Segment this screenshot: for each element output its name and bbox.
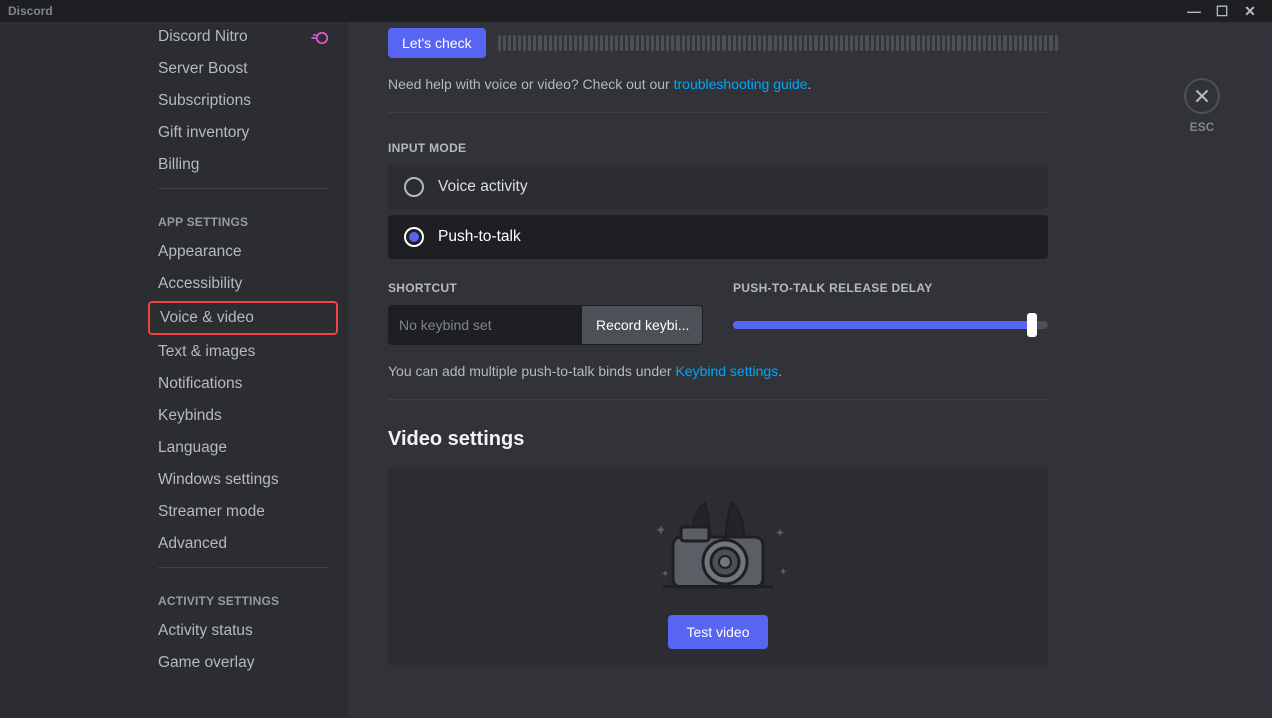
test-video-button[interactable]: Test video: [668, 615, 767, 649]
nitro-badge-icon: [310, 31, 328, 43]
sidebar-divider: [158, 567, 328, 568]
content-divider: [388, 112, 1048, 113]
sidebar-divider: [158, 188, 328, 189]
sidebar-item-language[interactable]: Language: [148, 433, 338, 463]
radio-circle-icon: [404, 177, 424, 197]
svg-text:✦: ✦: [661, 569, 669, 580]
sidebar-item-activity-status[interactable]: Activity status: [148, 616, 338, 646]
radio-label: Push-to-talk: [438, 228, 521, 246]
close-icon: [1194, 88, 1210, 104]
sidebar-item-keybinds[interactable]: Keybinds: [148, 401, 338, 431]
sidebar-item-accessibility[interactable]: Accessibility: [148, 269, 338, 299]
minimize-button[interactable]: —: [1180, 3, 1208, 19]
ptt-delay-slider[interactable]: [733, 305, 1048, 345]
esc-label: ESC: [1184, 120, 1220, 134]
keybind-note: You can add multiple push-to-talk binds …: [388, 363, 1232, 379]
lets-check-button[interactable]: Let's check: [388, 28, 486, 58]
sidebar-item-notifications[interactable]: Notifications: [148, 369, 338, 399]
app-name: Discord: [8, 4, 53, 18]
close-settings-button[interactable]: [1184, 78, 1220, 114]
radio-voice-activity[interactable]: Voice activity: [388, 165, 1048, 209]
shortcut-keybind-box: No keybind set Record keybi...: [388, 305, 703, 345]
sidebar-item-game-overlay[interactable]: Game overlay: [148, 648, 338, 678]
sidebar-item-billing[interactable]: Billing: [148, 150, 338, 180]
settings-sidebar: Discord Nitro Server Boost Subscriptions…: [0, 22, 348, 718]
radio-circle-icon: [404, 227, 424, 247]
video-settings-heading: Video settings: [388, 428, 1232, 451]
sidebar-item-voice-video[interactable]: Voice & video: [148, 301, 338, 335]
titlebar: Discord — ☐ ✕: [0, 0, 1272, 22]
record-keybind-button[interactable]: Record keybi...: [582, 306, 702, 344]
sidebar-header-activity-settings: ACTIVITY SETTINGS: [148, 576, 338, 616]
close-window-button[interactable]: ✕: [1236, 3, 1264, 20]
sidebar-item-streamer-mode[interactable]: Streamer mode: [148, 497, 338, 527]
sidebar-header-app-settings: APP SETTINGS: [148, 197, 338, 237]
sidebar-item-appearance[interactable]: Appearance: [148, 237, 338, 267]
troubleshooting-guide-link[interactable]: troubleshooting guide: [674, 76, 808, 92]
shortcut-input[interactable]: No keybind set: [389, 306, 582, 344]
ptt-delay-label: PUSH-TO-TALK RELEASE DELAY: [733, 281, 1048, 295]
svg-text:✦: ✦: [775, 526, 785, 540]
sidebar-item-server-boost[interactable]: Server Boost: [148, 54, 338, 84]
shortcut-label: SHORTCUT: [388, 281, 703, 295]
troubleshooting-help-text: Need help with voice or video? Check out…: [388, 76, 1232, 92]
radio-push-to-talk[interactable]: Push-to-talk: [388, 215, 1048, 259]
input-mode-label: INPUT MODE: [388, 141, 1232, 155]
close-settings-wrap: ESC: [1184, 78, 1220, 134]
camera-illustration-icon: ✦ ✦ ✦ ✦: [633, 495, 803, 599]
svg-text:✦: ✦: [779, 567, 787, 578]
sidebar-item-gift-inventory[interactable]: Gift inventory: [148, 118, 338, 148]
input-mode-radio-group: Voice activity Push-to-talk: [388, 165, 1048, 259]
sidebar-item-nitro[interactable]: Discord Nitro: [148, 22, 338, 52]
mic-meter: [498, 35, 1058, 51]
svg-text:✦: ✦: [655, 522, 667, 538]
sidebar-item-text-images[interactable]: Text & images: [148, 337, 338, 367]
keybind-settings-link[interactable]: Keybind settings: [675, 363, 778, 379]
sidebar-item-subscriptions[interactable]: Subscriptions: [148, 86, 338, 116]
radio-label: Voice activity: [438, 178, 528, 196]
sidebar-item-advanced[interactable]: Advanced: [148, 529, 338, 559]
content-divider: [388, 399, 1048, 400]
settings-content: ESC Let's check Need help with voice or …: [348, 22, 1272, 718]
video-preview-box: ✦ ✦ ✦ ✦ Test video: [388, 467, 1048, 667]
sidebar-item-windows-settings[interactable]: Windows settings: [148, 465, 338, 495]
maximize-button[interactable]: ☐: [1208, 3, 1236, 20]
